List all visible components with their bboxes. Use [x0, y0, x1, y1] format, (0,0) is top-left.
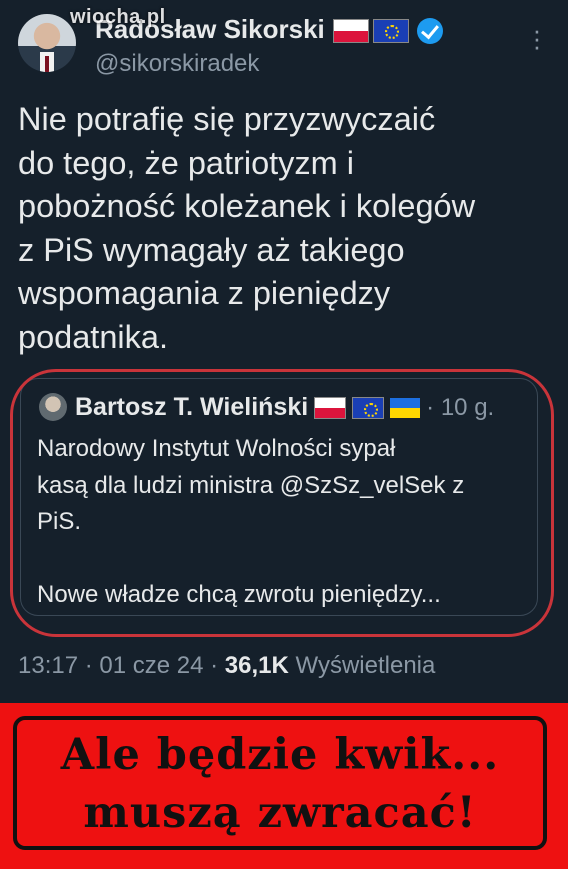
- eu-flag-icon: [352, 397, 385, 420]
- watermark: wiocha.pl: [70, 6, 166, 28]
- more-options-icon[interactable]: · · ·: [532, 17, 542, 59]
- caption-text: Ale będzie kwik... muszą zwracać!: [60, 730, 500, 838]
- quoted-tweet-time[interactable]: · 10 g.: [426, 394, 494, 421]
- pl-flag-icon: [314, 397, 347, 420]
- views-count: 36,1K: [224, 652, 289, 679]
- author-handle[interactable]: @sikorskiradek: [95, 50, 259, 78]
- quoted-author-name[interactable]: Bartosz T. Wieliński: [75, 393, 308, 421]
- quoted-tweet-text: Narodowy Instytut Wolności sypał kasą dl…: [37, 435, 465, 608]
- views-label: Wyświetlenia: [295, 652, 436, 679]
- tweet-date[interactable]: 01 cze 24: [99, 652, 203, 679]
- pl-flag-icon: [332, 19, 369, 44]
- author-avatar[interactable]: [18, 14, 76, 72]
- verified-badge-icon[interactable]: [416, 18, 443, 45]
- tweet-card[interactable]: Radosław Sikorski wiocha.pl @sikorskirad…: [0, 0, 568, 703]
- tweet-meta: 13:17 · 01 cze 24 · 36,1K Wyświetlenia: [18, 652, 436, 679]
- quoted-author-avatar[interactable]: [39, 393, 67, 421]
- tweet-text: Nie potrafię się przyzwyczaić do tego, ż…: [18, 101, 476, 355]
- caption-banner: Ale będzie kwik... muszą zwracać!: [0, 703, 568, 869]
- quoted-tweet[interactable]: Bartosz T. Wieliński · 10 g. Narodowy Ins…: [20, 378, 538, 616]
- caption-frame: Ale będzie kwik... muszą zwracać!: [13, 716, 547, 850]
- tweet-time[interactable]: 13:17: [18, 652, 78, 679]
- ua-flag-icon: [390, 398, 421, 419]
- avatar-tie: [45, 56, 49, 72]
- eu-flag-icon: [372, 19, 409, 44]
- quoted-author-row: Bartosz T. Wieliński · 10 g.: [75, 393, 494, 422]
